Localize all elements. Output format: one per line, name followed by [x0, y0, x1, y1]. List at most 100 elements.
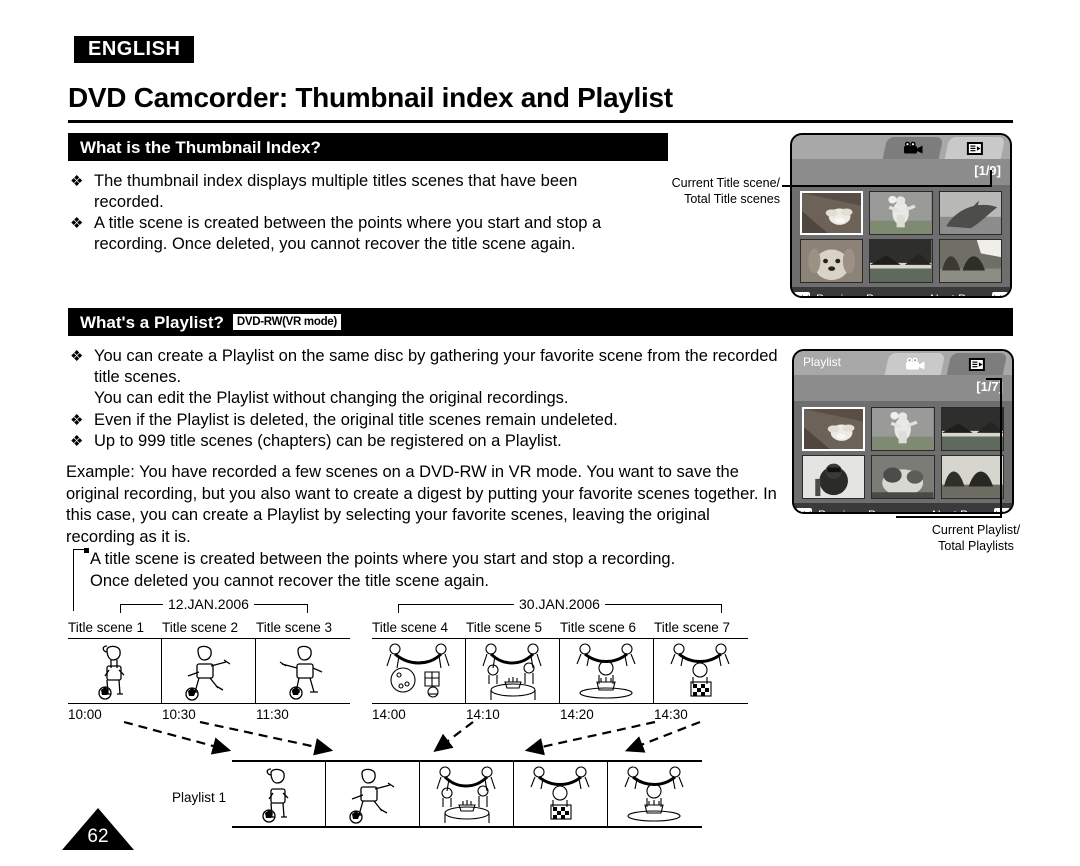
timeline-cell-title-scene-1[interactable] — [68, 639, 162, 703]
thumbnail-trees-river[interactable] — [938, 239, 1002, 283]
fast-forward-icon[interactable]: ▶▶ — [992, 292, 1008, 296]
note-line-1: A title scene is created between the poi… — [90, 550, 676, 568]
thumbnail-lotus-flower[interactable] — [802, 407, 866, 451]
timeline-date-bracket: 30.JAN.2006 — [398, 596, 722, 613]
tab-playlist-document[interactable] — [944, 137, 1006, 159]
playlist-strip — [232, 760, 702, 828]
lcd-footer-bar: ◀◀ Previous Page Next Page ▶▶ — [792, 287, 1010, 297]
lcd-thumbnail-grid — [792, 185, 1010, 287]
title-scene-note: A title scene is created between the poi… — [73, 548, 773, 611]
timeline-date-label: 30.JAN.2006 — [514, 596, 605, 612]
section-heading-label: What is the Thumbnail Index? — [80, 137, 321, 157]
diamond-bullet-icon: ❖ — [70, 173, 84, 190]
previous-page-label[interactable]: Previous Page — [818, 508, 896, 513]
thumbnail-trees-sky[interactable] — [940, 455, 1004, 499]
scene-label: Title scene 1 — [68, 620, 145, 635]
lcd-sub-bar: [1/7] — [794, 375, 1012, 401]
lcd-footer-bar: ◀◀ Previous Page Next Page ▶▶ — [794, 503, 1012, 513]
callout-line-2: Total Title scenes — [684, 192, 780, 206]
movie-camera-icon — [902, 141, 924, 155]
thumbnail-dolphin[interactable] — [938, 191, 1002, 235]
next-page-label[interactable]: Next Page — [932, 508, 988, 513]
playlist-cell-1[interactable] — [232, 762, 326, 826]
timeline-date-bracket: 12.JAN.2006 — [120, 596, 308, 613]
example-paragraph: Example: You have recorded a few scenes … — [66, 463, 777, 546]
diamond-bullet-icon: ❖ — [70, 348, 84, 365]
timeline-cell-title-scene-6[interactable] — [560, 639, 654, 703]
callout-line-1: Current Playlist/ — [931, 523, 1021, 537]
next-page-label[interactable]: Next Page — [930, 292, 986, 297]
page-count-badge: [1/9] — [974, 163, 1001, 178]
scene-label: Title scene 3 — [256, 620, 333, 635]
bullet-item: ❖ The thumbnail index displays multiple … — [70, 171, 650, 213]
lcd-tab-bar: Playlist — [794, 351, 1012, 375]
callout-line-1: Current Title scene/ — [671, 176, 780, 190]
bullet-text: Up to 999 title scenes (chapters) can be… — [94, 432, 562, 450]
page-number: 62 — [87, 826, 109, 847]
rewind-icon[interactable]: ◀◀ — [796, 508, 812, 512]
tab-movie-camera[interactable] — [884, 353, 946, 375]
note-bullet-dot — [84, 548, 89, 553]
bullet-text: The thumbnail index displays multiple ti… — [94, 172, 578, 211]
diamond-bullet-icon: ❖ — [70, 412, 84, 429]
bullet-text: Even if the Playlist is deleted, the ori… — [94, 411, 618, 429]
thumbnail-lotus-flower[interactable] — [800, 191, 864, 235]
playlist-callout-leader-horizontal — [896, 516, 1002, 518]
callout-line-2: Total Playlists — [938, 539, 1014, 553]
timeline-cell-title-scene-3[interactable] — [256, 639, 350, 703]
section-heading-label: What's a Playlist? — [80, 312, 224, 332]
playlist-callout-leader-vertical — [1000, 378, 1002, 516]
thumbnail-party-scene[interactable] — [871, 455, 935, 499]
scene-label: Title scene 4 — [372, 620, 449, 635]
playlist-cell-4[interactable] — [514, 762, 608, 826]
playlist-cell-5[interactable] — [608, 762, 702, 826]
timeline-cell-title-scene-4[interactable] — [372, 639, 466, 703]
timeline-cell-title-scene-5[interactable] — [466, 639, 560, 703]
playlist-cell-3[interactable] — [420, 762, 514, 826]
playlist-document-icon — [968, 357, 986, 372]
callout-current-title-scene: Current Title scene/ Total Title scenes — [650, 175, 780, 207]
timeline-cell-title-scene-7[interactable] — [654, 639, 748, 703]
timeline-scene-labels: Title scene 4 Title scene 5 Title scene … — [372, 620, 748, 635]
arrow-scene2-to-playlist2 — [199, 720, 334, 756]
tab-movie-camera[interactable] — [882, 137, 944, 159]
timeline-scene-labels: Title scene 1 Title scene 2 Title scene … — [68, 620, 350, 635]
thumbnail-person-snow[interactable] — [802, 455, 866, 499]
callout-leader-tick — [990, 170, 992, 186]
bullet-item: ❖ You can create a Playlist on the same … — [70, 346, 780, 388]
scene-label: Title scene 6 — [560, 620, 637, 635]
bullet-item: ❖ A title scene is created between the p… — [70, 213, 650, 255]
lcd-screen-title: Playlist — [803, 355, 842, 369]
timeline-cell-title-scene-2[interactable] — [162, 639, 256, 703]
thumbnail-lake-sunset[interactable] — [940, 407, 1004, 451]
timeline-strip — [372, 638, 748, 704]
note-bracket — [73, 548, 89, 611]
section-header-playlist: What's a Playlist? DVD-RW(VR mode) — [68, 308, 1013, 336]
bullet-text: You can create a Playlist on the same di… — [94, 347, 778, 386]
thumbnail-dog[interactable] — [800, 239, 864, 283]
title-divider — [68, 120, 1013, 123]
playlist-callout-leader-tick — [986, 378, 1002, 380]
bullet-item: ❖ Up to 999 title scenes (chapters) can … — [70, 431, 780, 452]
bullet-text: A title scene is created between the poi… — [94, 214, 602, 253]
page-title: DVD Camcorder: Thumbnail index and Playl… — [68, 82, 673, 113]
scene-label: Title scene 5 — [466, 620, 543, 635]
playlist-row-label: Playlist 1 — [172, 790, 227, 805]
thumbnail-soccer-player[interactable] — [869, 191, 933, 235]
rewind-icon[interactable]: ◀◀ — [794, 292, 810, 296]
thumbnail-lake-sunset[interactable] — [869, 239, 933, 283]
previous-page-label[interactable]: Previous Page — [816, 292, 894, 297]
fast-forward-icon[interactable]: ▶▶ — [994, 508, 1010, 512]
lcd-thumbnail-grid — [794, 401, 1012, 503]
playlist-cell-2[interactable] — [326, 762, 420, 826]
scene-label: Title scene 2 — [162, 620, 239, 635]
thumbnail-soccer-player[interactable] — [871, 407, 935, 451]
playlist-bullets: ❖ You can create a Playlist on the same … — [70, 346, 780, 452]
diamond-bullet-icon: ❖ — [70, 433, 84, 450]
thumbnail-index-bullets: ❖ The thumbnail index displays multiple … — [70, 171, 650, 255]
lcd-sub-bar: [1/9] — [792, 159, 1010, 185]
page-count-badge: [1/7] — [976, 379, 1003, 394]
movie-camera-icon — [904, 357, 926, 371]
timeline-strip — [68, 638, 350, 704]
language-badge: ENGLISH — [74, 36, 195, 63]
